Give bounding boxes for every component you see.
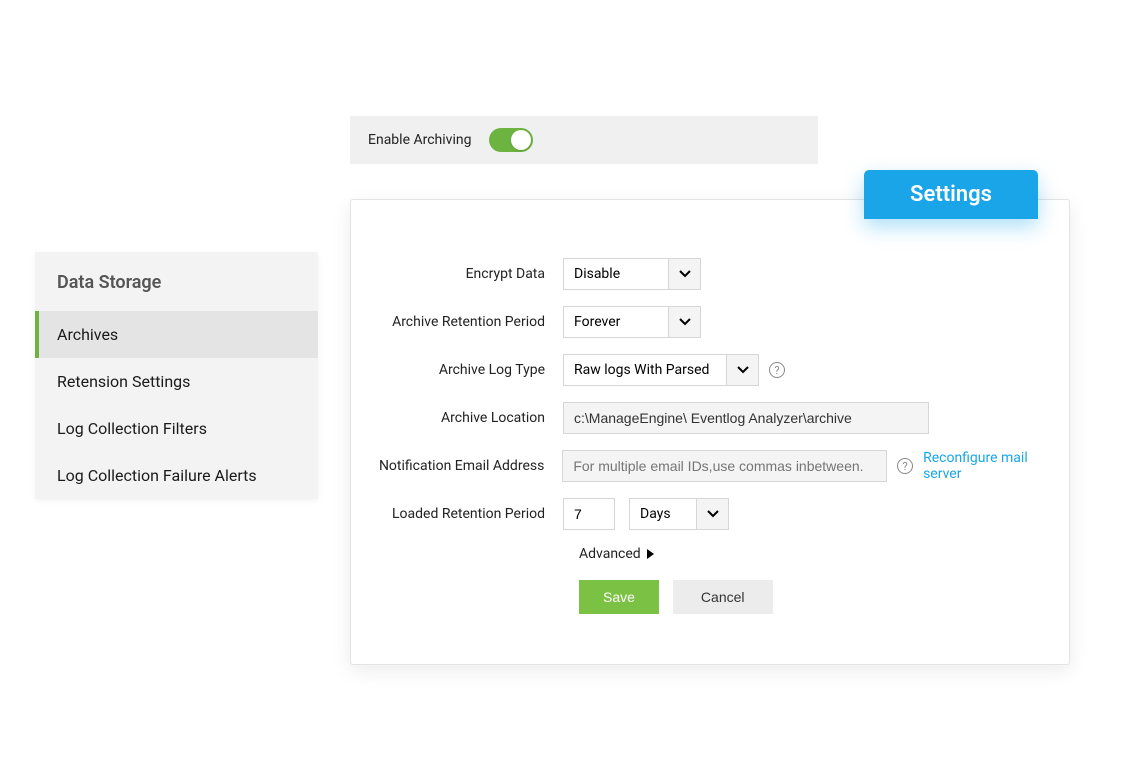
label-notification-email: Notification Email Address	[351, 458, 562, 474]
sidebar: Data Storage Archives Retension Settings…	[35, 252, 318, 499]
select-archive-log-type-value: Raw logs With Parsed	[564, 355, 726, 385]
label-archive-log-type: Archive Log Type	[351, 362, 563, 378]
label-loaded-retention: Loaded Retention Period	[351, 506, 563, 522]
input-notification-email[interactable]	[562, 450, 887, 482]
help-icon[interactable]: ?	[897, 458, 913, 474]
row-loaded-retention: Loaded Retention Period Days	[351, 498, 1069, 530]
input-archive-location[interactable]	[563, 402, 929, 434]
input-loaded-retention-value[interactable]	[563, 498, 615, 530]
row-archive-location: Archive Location	[351, 402, 1069, 434]
sidebar-item-log-collection-failure-alerts[interactable]: Log Collection Failure Alerts	[35, 452, 318, 499]
select-encrypt-data-value: Disable	[564, 259, 668, 289]
select-archive-log-type[interactable]: Raw logs With Parsed	[563, 354, 759, 386]
sidebar-item-log-collection-filters[interactable]: Log Collection Filters	[35, 405, 318, 452]
enable-archiving-toggle[interactable]	[489, 128, 533, 152]
cancel-button[interactable]: Cancel	[673, 580, 773, 614]
select-encrypt-data[interactable]: Disable	[563, 258, 701, 290]
label-encrypt-data: Encrypt Data	[351, 266, 563, 282]
settings-panel: Encrypt Data Disable Archive Retention P…	[350, 199, 1070, 665]
select-archive-retention[interactable]: Forever	[563, 306, 701, 338]
enable-archiving-label: Enable Archiving	[368, 132, 471, 148]
save-button[interactable]: Save	[579, 580, 659, 614]
row-archive-retention: Archive Retention Period Forever	[351, 306, 1069, 338]
row-encrypt-data: Encrypt Data Disable	[351, 258, 1069, 290]
chevron-down-icon	[726, 355, 758, 385]
sidebar-item-retension-settings[interactable]: Retension Settings	[35, 358, 318, 405]
link-reconfigure-mail-server[interactable]: Reconfigure mail server	[923, 450, 1069, 482]
help-icon[interactable]: ?	[769, 362, 785, 378]
sidebar-item-archives[interactable]: Archives	[35, 311, 318, 358]
row-archive-log-type: Archive Log Type Raw logs With Parsed ?	[351, 354, 1069, 386]
button-row: Save Cancel	[579, 580, 1069, 614]
label-archive-retention: Archive Retention Period	[351, 314, 563, 330]
row-notification-email: Notification Email Address ? Reconfigure…	[351, 450, 1069, 482]
tab-settings[interactable]: Settings	[864, 170, 1038, 219]
sidebar-title: Data Storage	[35, 252, 318, 311]
toggle-knob-icon	[511, 130, 531, 150]
select-archive-retention-value: Forever	[564, 307, 668, 337]
advanced-label: Advanced	[579, 546, 641, 562]
triangle-right-icon	[647, 549, 654, 559]
chevron-down-icon	[696, 499, 728, 529]
chevron-down-icon	[668, 259, 700, 289]
chevron-down-icon	[668, 307, 700, 337]
select-loaded-retention-unit-value: Days	[630, 499, 696, 529]
advanced-toggle[interactable]: Advanced	[579, 546, 1069, 562]
select-loaded-retention-unit[interactable]: Days	[629, 498, 729, 530]
label-archive-location: Archive Location	[351, 410, 563, 426]
enable-archiving-bar: Enable Archiving	[350, 116, 818, 164]
